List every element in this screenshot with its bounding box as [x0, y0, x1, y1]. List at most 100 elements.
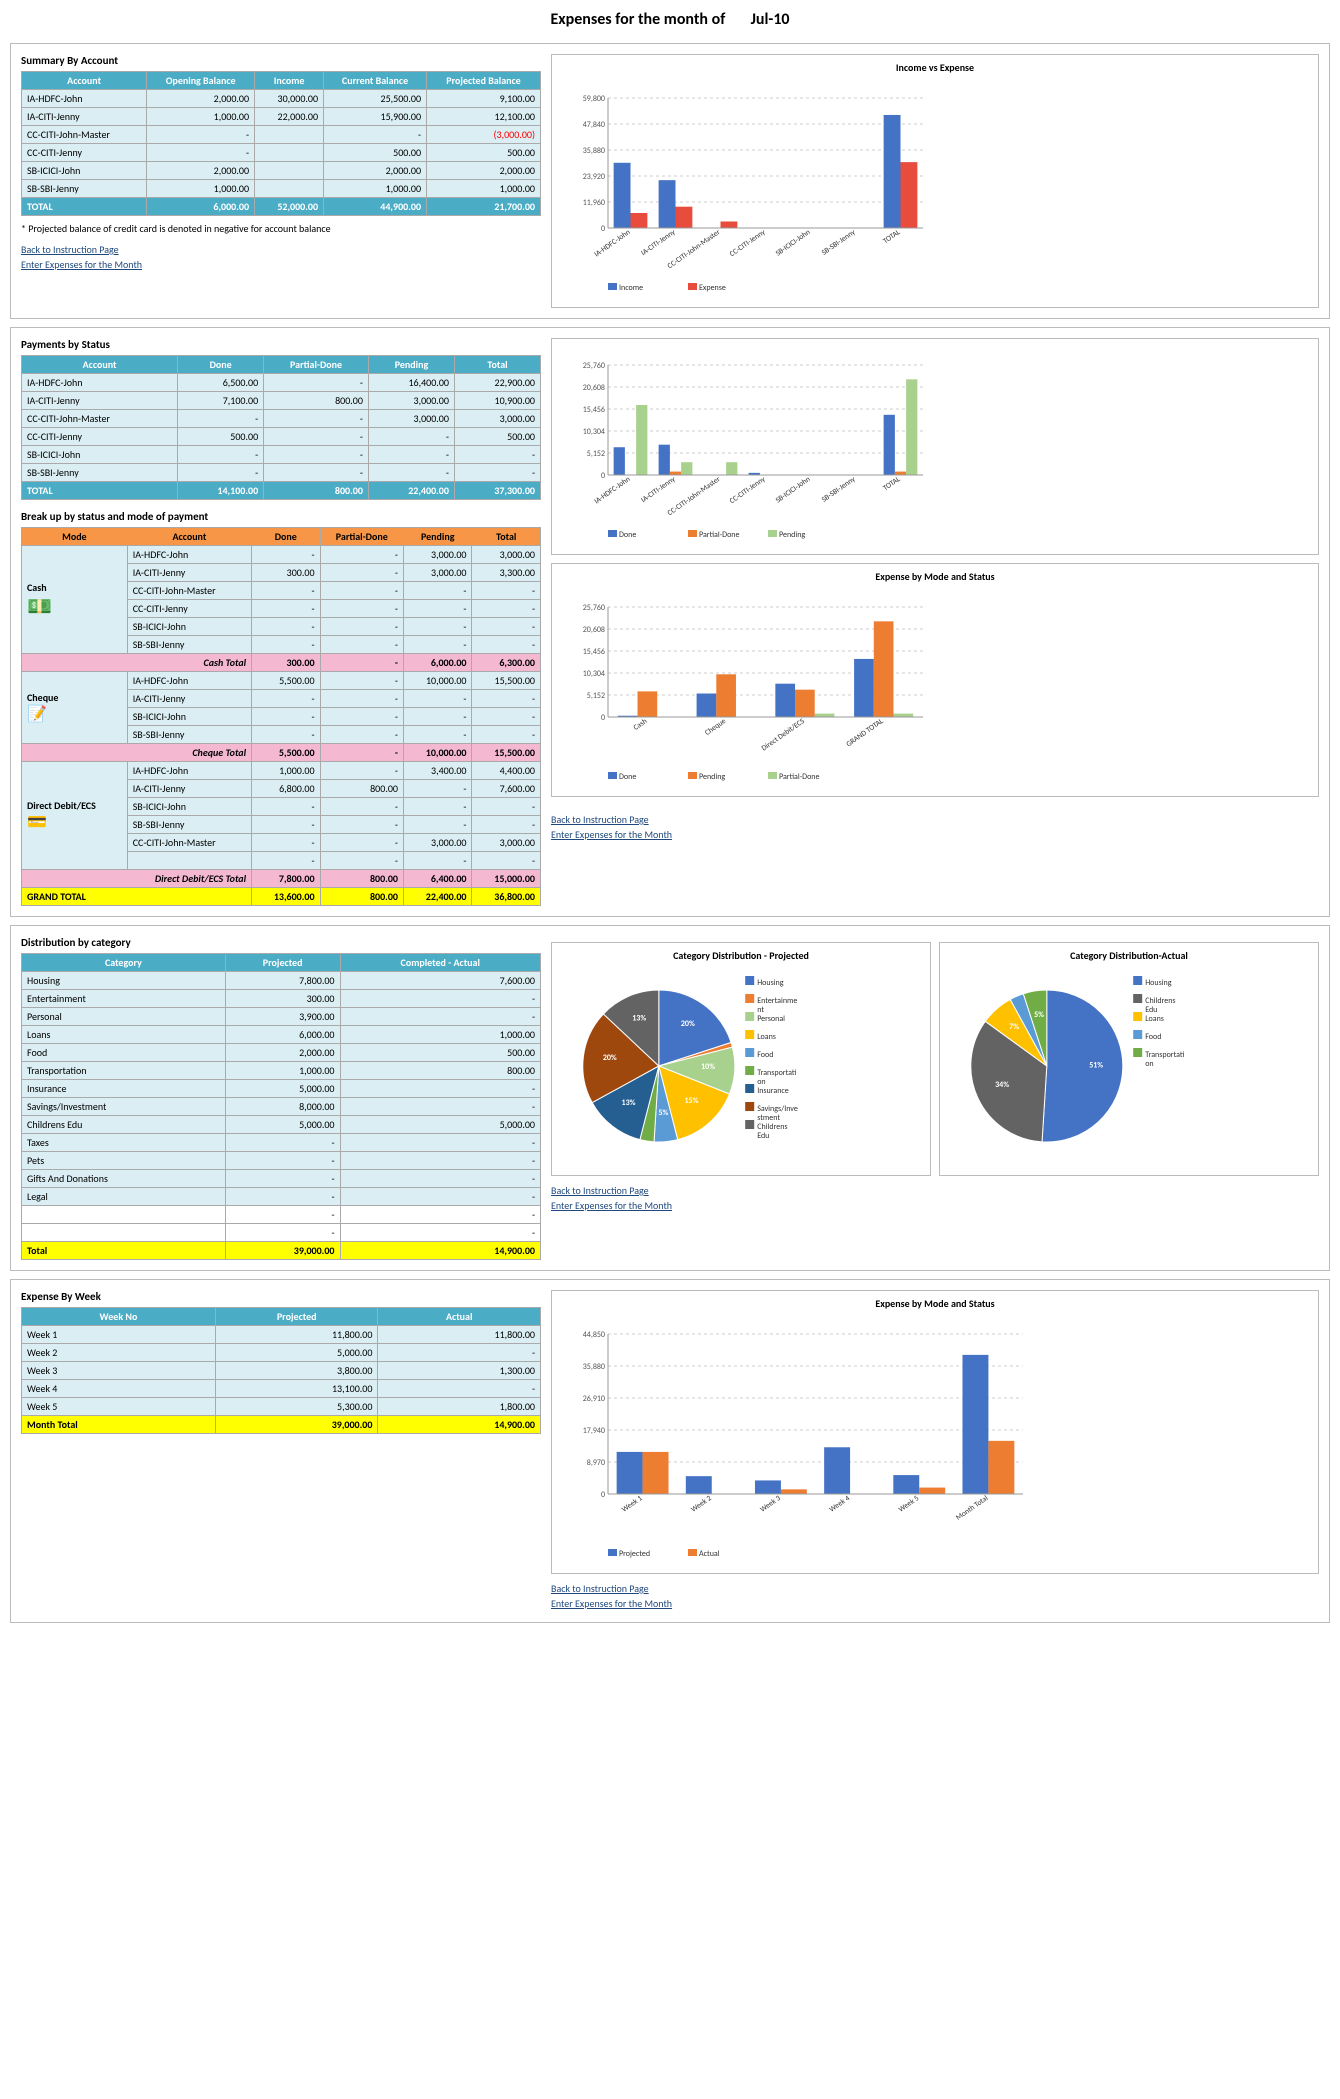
summary-link-1[interactable]: Back to Instruction Page — [21, 243, 541, 256]
svg-text:23,920: 23,920 — [583, 172, 605, 182]
summary-right: Income vs Expense 011,96023,92035,88047,… — [551, 54, 1319, 308]
summary-header-row: Account Opening Balance Income Current B… — [22, 72, 541, 90]
table-cell — [255, 180, 324, 198]
pie1-title: Category Distribution - Projected — [558, 949, 924, 962]
weekly-right: Expense by Mode and Status 08,97017,9402… — [551, 1290, 1319, 1612]
payments-links: Back to Instruction Page Enter Expenses … — [551, 813, 1319, 843]
pie1-svg: HousingEntertainmentPersonalLoansFoodTra… — [558, 966, 798, 1166]
svg-text:Cheque: Cheque — [704, 717, 728, 738]
table-cell: 2,000.00 — [427, 162, 541, 180]
svg-text:on: on — [1145, 1059, 1153, 1069]
svg-text:10,304: 10,304 — [583, 669, 605, 679]
table-cell: - — [147, 144, 255, 162]
table-cell: CC-CITI-John-Master — [22, 126, 147, 144]
svg-text:Food: Food — [1145, 1032, 1161, 1042]
svg-text:26,910: 26,910 — [583, 1394, 605, 1404]
distribution-left: Distribution by category Category Projec… — [21, 936, 541, 1260]
svg-text:Month Total: Month Total — [955, 1494, 991, 1523]
pie2-title: Category Distribution-Actual — [946, 949, 1312, 962]
payments-header-row: Account Done Partial-Done Pending Total — [22, 356, 541, 374]
table-cell: 12,100.00 — [427, 108, 541, 126]
svg-text:Done: Done — [619, 772, 636, 782]
weekly-link-2[interactable]: Enter Expenses for the Month — [551, 1597, 1319, 1610]
col-projected: Projected Balance — [427, 72, 541, 90]
svg-text:44,850: 44,850 — [583, 1330, 605, 1340]
weekly-link-1[interactable]: Back to Instruction Page — [551, 1582, 1319, 1595]
section-payments: Payments by Status Account Done Partial-… — [10, 327, 1330, 917]
weekly-chart: Expense by Mode and Status 08,97017,9402… — [551, 1290, 1319, 1574]
svg-text:Week 4: Week 4 — [828, 1494, 852, 1515]
distribution-table: Category Projected Completed - Actual Ho… — [21, 953, 541, 1260]
table-cell: 2,000.00 — [147, 162, 255, 180]
col-current: Current Balance — [324, 72, 427, 90]
distribution-links: Back to Instruction Page Enter Expenses … — [551, 1184, 1319, 1212]
breakup-section: Break up by status and mode of payment M… — [21, 510, 541, 906]
svg-text:CC-CITI-Jenny: CC-CITI-Jenny — [728, 475, 767, 506]
distribution-right: Category Distribution - Projected Housin… — [551, 936, 1319, 1260]
summary-table-title: Summary By Account — [21, 54, 541, 67]
svg-text:Housing: Housing — [1145, 978, 1172, 988]
svg-text:Week 2: Week 2 — [690, 1494, 714, 1515]
payments-table-title: Payments by Status — [21, 338, 541, 351]
svg-text:TOTAL: TOTAL — [882, 228, 903, 247]
svg-text:SB-ICICI-John: SB-ICICI-John — [774, 475, 812, 505]
table-cell: 500.00 — [427, 144, 541, 162]
pie-charts-wrapper: Category Distribution - Projected Housin… — [551, 942, 1319, 1176]
svg-text:0: 0 — [601, 471, 605, 481]
svg-text:Pending: Pending — [779, 530, 805, 540]
pie-projected: Category Distribution - Projected Housin… — [551, 942, 931, 1176]
weekly-table-title: Expense By Week — [21, 1290, 541, 1303]
weekly-links: Back to Instruction Page Enter Expenses … — [551, 1582, 1319, 1610]
svg-text:Week 5: Week 5 — [897, 1494, 921, 1515]
breakup-header-row: Mode Account Done Partial-Done Pending T… — [22, 528, 541, 546]
pie2-svg: HousingChildrensEduLoansFoodTransportati… — [946, 966, 1186, 1166]
summary-link-2[interactable]: Enter Expenses for the Month — [21, 258, 541, 271]
payments-left: Payments by Status Account Done Partial-… — [21, 338, 541, 906]
svg-text:20%: 20% — [681, 1019, 695, 1029]
table-cell: 2,000.00 — [324, 162, 427, 180]
svg-text:13%: 13% — [632, 1014, 646, 1024]
svg-text:Partial-Done: Partial-Done — [779, 772, 820, 782]
svg-text:20,608: 20,608 — [583, 383, 605, 393]
svg-text:Edu: Edu — [757, 1131, 769, 1141]
svg-text:IA-HDFC-John: IA-HDFC-John — [593, 228, 632, 259]
svg-text:Loans: Loans — [1145, 1014, 1164, 1024]
summary-table: Account Opening Balance Income Current B… — [21, 71, 541, 216]
svg-text:SB-SBI-Jenny: SB-SBI-Jenny — [820, 228, 857, 258]
svg-text:Week 3: Week 3 — [759, 1494, 783, 1515]
summary-footnote: * Projected balance of credit card is de… — [21, 222, 541, 235]
payments-link-2[interactable]: Enter Expenses for the Month — [551, 828, 1319, 841]
svg-text:5%: 5% — [1034, 1010, 1044, 1020]
table-cell: CC-CITI-Jenny — [22, 144, 147, 162]
svg-text:0: 0 — [601, 224, 605, 234]
svg-text:Direct Debit/ECS: Direct Debit/ECS — [760, 717, 807, 754]
section-summary: Summary By Account Account Opening Balan… — [10, 43, 1330, 319]
svg-text:SB-SBI-Jenny: SB-SBI-Jenny — [820, 475, 857, 505]
table-cell: 2,000.00 — [147, 90, 255, 108]
table-cell — [255, 162, 324, 180]
svg-text:20%: 20% — [603, 1053, 617, 1063]
table-cell: 15,900.00 — [324, 108, 427, 126]
distribution-link-1[interactable]: Back to Instruction Page — [551, 1184, 1319, 1197]
svg-text:20,608: 20,608 — [583, 625, 605, 635]
pie-actual: Category Distribution-Actual HousingChil… — [939, 942, 1319, 1176]
summary-links: Back to Instruction Page Enter Expenses … — [21, 243, 541, 271]
svg-text:IA-HDFC-John: IA-HDFC-John — [593, 475, 632, 506]
svg-text:Actual: Actual — [699, 1549, 720, 1559]
svg-text:Expense: Expense — [699, 283, 726, 293]
table-cell: SB-SBI-Jenny — [22, 180, 147, 198]
svg-text:Projected: Projected — [619, 1549, 650, 1559]
page-title: Expenses for the month of Jul-10 — [0, 0, 1340, 35]
payments-link-1[interactable]: Back to Instruction Page — [551, 813, 1319, 826]
table-cell: - — [324, 126, 427, 144]
table-cell: 1,000.00 — [427, 180, 541, 198]
svg-text:IA-CITI-Jenny: IA-CITI-Jenny — [640, 475, 678, 505]
income-expense-chart: Income vs Expense 011,96023,92035,88047,… — [551, 54, 1319, 308]
distribution-link-2[interactable]: Enter Expenses for the Month — [551, 1199, 1319, 1212]
svg-text:SB-ICICI-John: SB-ICICI-John — [774, 228, 812, 258]
svg-text:15,456: 15,456 — [583, 647, 605, 657]
svg-text:59,800: 59,800 — [583, 94, 605, 104]
summary-left: Summary By Account Account Opening Balan… — [21, 54, 541, 308]
col-opening: Opening Balance — [147, 72, 255, 90]
section-weekly: Expense By Week Week No Projected Actual… — [10, 1279, 1330, 1623]
